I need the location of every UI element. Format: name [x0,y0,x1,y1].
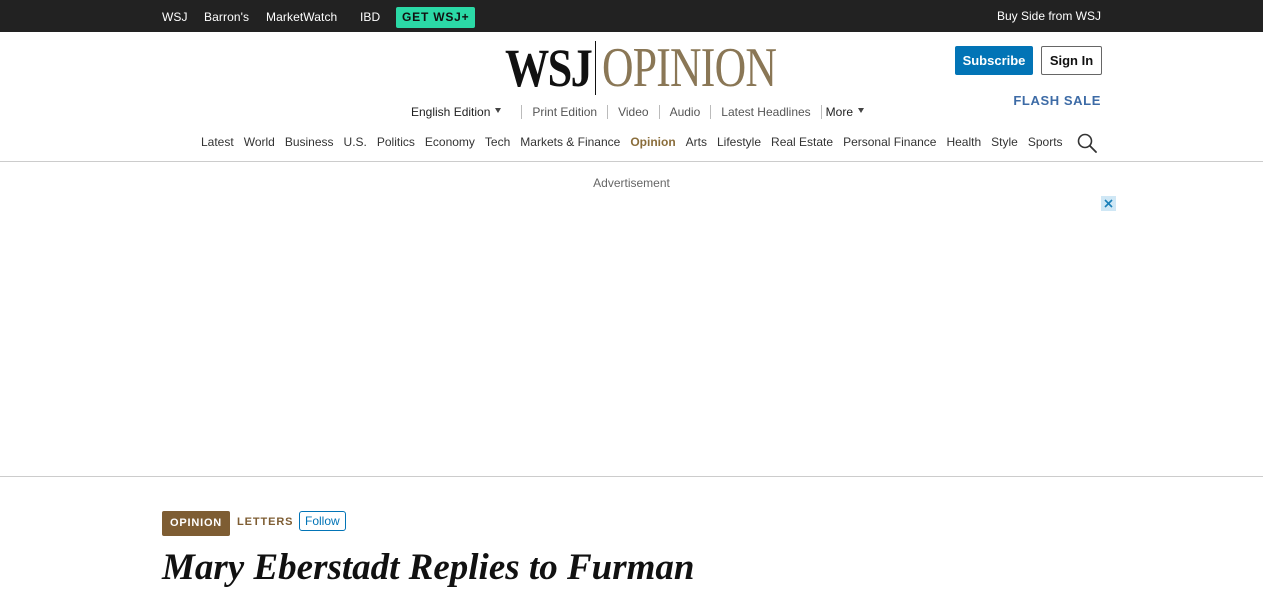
masthead: WSJ OPINION Subscribe Sign In FLASH SALE… [0,32,1263,162]
nav-opinion[interactable]: Opinion [630,135,675,149]
nav-us[interactable]: U.S. [344,135,367,149]
nav-markets-finance[interactable]: Markets & Finance [520,135,620,149]
edition-subnav: English Edition Print Edition Video Audi… [411,105,874,119]
section-tag-opinion[interactable]: OPINION [162,511,231,536]
edition-selector[interactable]: English Edition [411,105,511,119]
brand-link-barrons[interactable]: Barron's [204,10,249,24]
nav-arts[interactable]: Arts [686,135,707,149]
subnav-latest-headlines[interactable]: Latest Headlines [710,105,820,119]
advertisement-label: Advertisement [593,176,670,190]
nav-latest[interactable]: Latest [201,135,234,149]
nav-health[interactable]: Health [946,135,981,149]
subnav-audio[interactable]: Audio [658,105,711,119]
ad-close-x [1104,199,1113,208]
nav-economy[interactable]: Economy [425,135,475,149]
caret-down-icon [858,108,865,113]
follow-button[interactable]: Follow [299,511,346,531]
nav-politics[interactable]: Politics [377,135,415,149]
brand-link-wsj[interactable]: WSJ [162,10,188,24]
nav-personal-finance[interactable]: Personal Finance [843,135,936,149]
logo-wsj: WSJ [505,38,593,98]
get-wsj-plus-button[interactable]: GET WSJ+ [396,7,476,28]
subnav-video[interactable]: Video [607,105,658,119]
flash-sale-link[interactable]: FLASH SALE [1013,93,1101,108]
edition-label: English Edition [411,105,491,119]
category-letters[interactable]: LETTERS [237,516,293,528]
article-headline: Mary Eberstadt Replies to Furman [162,547,695,588]
sign-in-button[interactable]: Sign In [1041,46,1102,75]
caret-down-icon [495,108,502,113]
search-icon[interactable] [1077,133,1097,153]
subnav-print-edition[interactable]: Print Edition [521,105,607,119]
wsj-opinion-logo[interactable]: WSJ OPINION [505,37,825,99]
advertisement-slot [0,162,1263,477]
nav-business[interactable]: Business [285,135,334,149]
top-brand-bar: WSJ Barron's MarketWatch IBD GET WSJ+ Bu… [0,0,1263,32]
subnav-more[interactable]: More [820,105,874,119]
buy-side-link[interactable]: Buy Side from WSJ [997,9,1101,23]
subscribe-button[interactable]: Subscribe [955,46,1033,75]
logo-opinion: OPINION [602,37,777,99]
logo-divider [595,41,596,95]
main-navigation: Latest World Business U.S. Politics Econ… [201,135,1073,149]
nav-sports[interactable]: Sports [1028,135,1063,149]
brand-link-ibd[interactable]: IBD [360,10,380,24]
nav-tech[interactable]: Tech [485,135,510,149]
brand-link-marketwatch[interactable]: MarketWatch [266,10,337,24]
close-icon[interactable] [1101,196,1116,211]
more-label: More [825,105,854,119]
nav-world[interactable]: World [244,135,275,149]
nav-style[interactable]: Style [991,135,1018,149]
nav-lifestyle[interactable]: Lifestyle [717,135,761,149]
nav-real-estate[interactable]: Real Estate [771,135,833,149]
